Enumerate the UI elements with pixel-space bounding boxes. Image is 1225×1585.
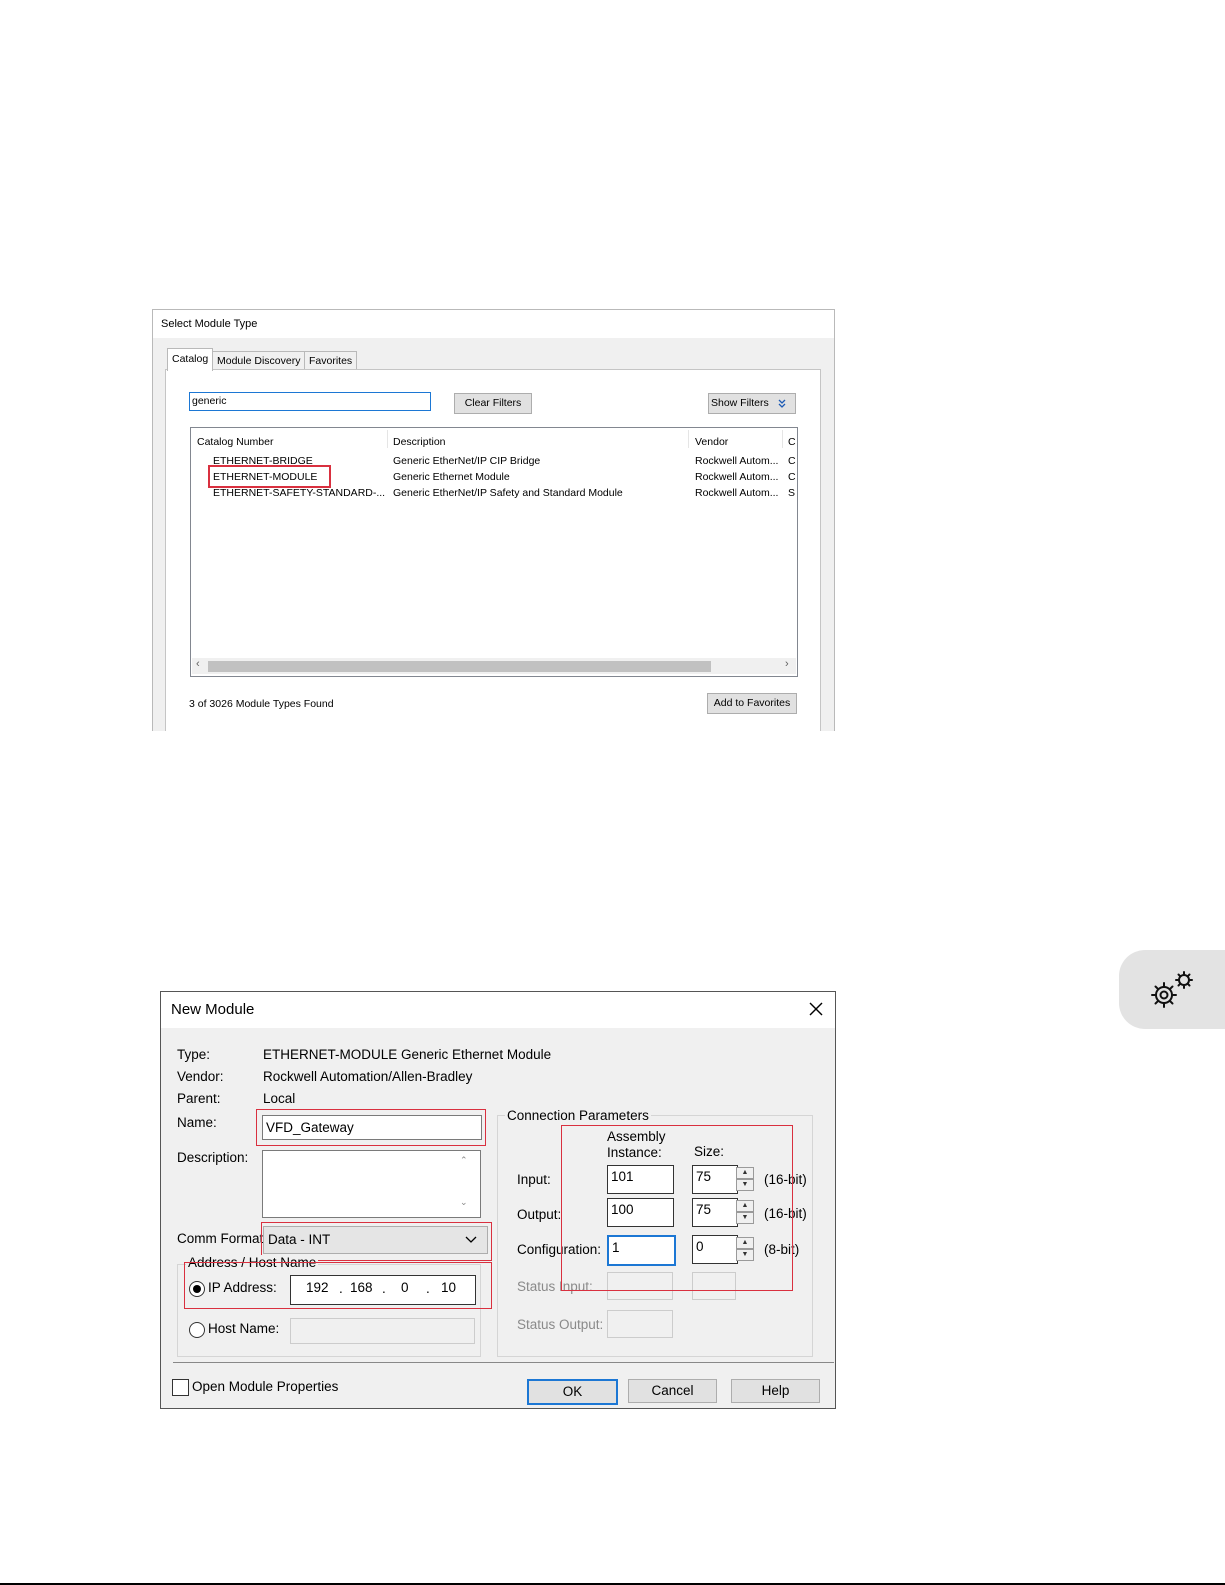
host-name-input[interactable] [290, 1318, 475, 1344]
search-input[interactable]: generic [189, 392, 431, 411]
select-module-type-dialog: Select Module Type Catalog Module Discov… [152, 309, 835, 731]
input-label: Input: [517, 1172, 551, 1187]
help-button[interactable]: Help [731, 1379, 820, 1403]
column-header-description[interactable]: Description [393, 436, 446, 448]
double-chevron-down-icon [778, 399, 786, 408]
category: S [788, 487, 796, 499]
open-properties-checkbox[interactable] [172, 1379, 189, 1396]
column-header-catalog[interactable]: Catalog Number [197, 436, 273, 448]
separator [173, 1362, 834, 1363]
open-properties-label: Open Module Properties [192, 1379, 339, 1394]
highlight-box [256, 1109, 486, 1146]
scroll-up-icon[interactable]: ⌃ [460, 1155, 468, 1166]
type-label: Type: [177, 1047, 211, 1062]
parent-label: Parent: [177, 1091, 221, 1106]
category: C [788, 471, 796, 483]
clear-filters-button[interactable]: Clear Filters [454, 393, 532, 414]
gears-icon [1151, 971, 1193, 1008]
show-filters-button[interactable]: Show Filters [708, 393, 796, 414]
gears-tab [1119, 950, 1225, 1029]
scroll-down-icon[interactable]: ⌄ [460, 1197, 468, 1208]
host-name-radio[interactable] [189, 1322, 205, 1338]
vendor-label: Vendor: [177, 1069, 224, 1084]
status-output-instance-field[interactable] [607, 1310, 673, 1338]
cancel-button[interactable]: Cancel [628, 1379, 717, 1403]
scroll-right-icon[interactable]: › [785, 658, 789, 670]
close-icon[interactable] [809, 1002, 823, 1016]
highlight-box [208, 465, 331, 488]
scrollbar-thumb[interactable] [208, 661, 711, 672]
dialog-title: New Module [171, 1001, 255, 1018]
highlight-box [561, 1125, 793, 1291]
description: Generic EtherNet/IP Safety and Standard … [393, 487, 623, 499]
output-label: Output: [517, 1207, 562, 1222]
parent-value: Local [263, 1091, 296, 1106]
tab-module-discovery[interactable]: Module Discovery [212, 351, 306, 370]
connection-parameters-title: Connection Parameters [505, 1108, 651, 1123]
vendor-value: Rockwell Automation/Allen-Bradley [263, 1069, 473, 1084]
column-divider[interactable] [782, 430, 783, 448]
add-to-favorites-button[interactable]: Add to Favorites [707, 693, 797, 714]
status-text: 3 of 3026 Module Types Found [189, 698, 334, 710]
description-label: Description: [177, 1150, 249, 1165]
tab-favorites[interactable]: Favorites [304, 351, 358, 370]
comm-format-label: Comm Format: [177, 1231, 268, 1246]
column-divider[interactable] [387, 430, 388, 448]
catalog-number: ETHERNET-SAFETY-STANDARD-... [213, 487, 386, 499]
description-textarea[interactable]: ⌃ ⌄ [262, 1150, 481, 1218]
column-divider[interactable] [688, 430, 689, 448]
show-filters-label: Show Filters [711, 397, 769, 409]
description: Generic EtherNet/IP CIP Bridge [393, 455, 541, 467]
column-header-category[interactable]: C [788, 436, 796, 448]
category: C [788, 455, 796, 467]
status-output-label: Status Output: [517, 1317, 604, 1332]
type-value: ETHERNET-MODULE Generic Ethernet Module [263, 1047, 552, 1062]
vendor: Rockwell Autom... [695, 455, 779, 467]
module-list: Catalog Number Description Vendor C ETHE… [190, 427, 798, 677]
scroll-left-icon[interactable]: ‹ [196, 658, 200, 670]
new-module-dialog: New Module Type: ETHERNET-MODULE Generic… [160, 991, 836, 1409]
title-bar: Select Module Type [153, 310, 834, 338]
dialog-title: Select Module Type [161, 318, 258, 330]
vendor: Rockwell Autom... [695, 487, 779, 499]
tab-catalog[interactable]: Catalog [167, 348, 214, 371]
column-header-vendor[interactable]: Vendor [695, 436, 728, 448]
name-label: Name: [177, 1115, 217, 1130]
vendor: Rockwell Autom... [695, 471, 779, 483]
host-name-label: Host Name: [208, 1321, 280, 1336]
description: Generic Ethernet Module [393, 471, 510, 483]
title-bar: New Module [161, 992, 835, 1028]
ok-button[interactable]: OK [527, 1379, 618, 1405]
horizontal-scrollbar[interactable]: ‹ › [192, 658, 796, 674]
highlight-box [184, 1262, 492, 1309]
